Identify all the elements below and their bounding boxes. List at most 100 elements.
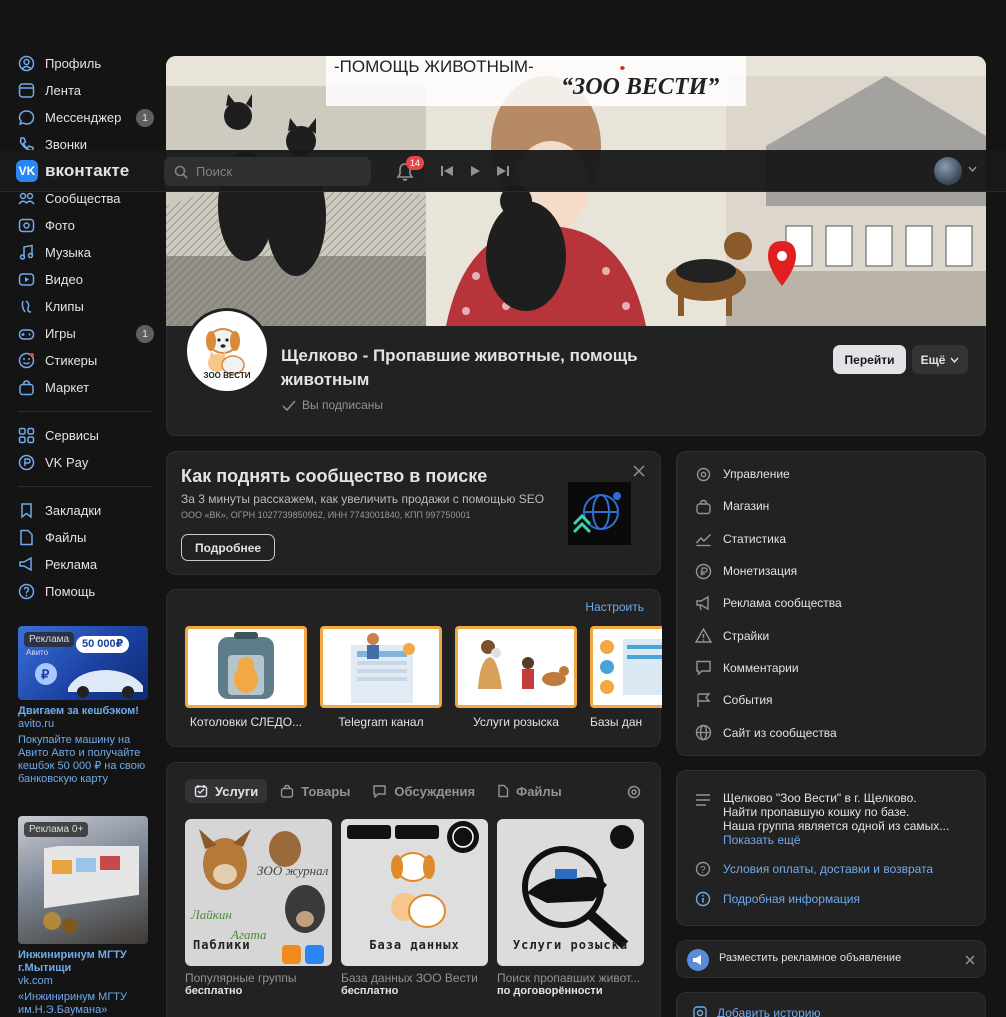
sidebar-item[interactable]: Реклама	[0, 551, 160, 578]
cover-text-line1: -ПОМОЩЬ ЖИВОТНЫМ-	[334, 57, 534, 76]
service-item[interactable]: ЗОО журнал Лайкин Агата Паблики Популярн…	[185, 819, 332, 997]
clips-icon	[18, 298, 35, 315]
link-image-database[interactable]	[590, 626, 662, 708]
service-name[interactable]: База данных ЗОО Вести	[341, 971, 488, 985]
sidebar-item[interactable]: Маркет	[0, 374, 160, 401]
management-menu-item[interactable]: Комментарии	[677, 652, 985, 684]
management-menu-item[interactable]: Статистика	[677, 523, 985, 555]
management-menu-item[interactable]: Сайт из сообщества	[677, 716, 985, 748]
sidebar-item[interactable]: Закладки	[0, 497, 160, 524]
more-button[interactable]: Ещё	[912, 345, 968, 374]
close-icon[interactable]	[965, 955, 975, 965]
sidebar-item[interactable]: Фото	[0, 212, 160, 239]
ad-domain[interactable]: vk.com	[18, 975, 148, 988]
management-menu-item[interactable]: Магазин	[677, 490, 985, 522]
link-tile[interactable]: Услуги розыска	[455, 626, 577, 729]
sidebar-item[interactable]: Музыка	[0, 239, 160, 266]
service-name[interactable]: Популярные группы	[185, 971, 332, 985]
sidebar-item[interactable]: Видео	[0, 266, 160, 293]
sidebar-item[interactable]: Профиль	[0, 50, 160, 77]
link-tile[interactable]: Котоловки СЛЕДО...	[185, 626, 307, 729]
sidebar-item-label: Клипы	[45, 299, 84, 314]
service-image-publics[interactable]: ЗОО журнал Лайкин Агата Паблики	[185, 819, 332, 966]
subscription-status[interactable]: Вы подписаны	[282, 398, 383, 412]
close-icon[interactable]	[633, 465, 645, 477]
discussion-icon	[373, 785, 387, 798]
go-button[interactable]: Перейти	[833, 345, 906, 374]
service-image-search[interactable]: Услуги розыска	[497, 819, 644, 966]
payment-terms-link[interactable]: Условия оплаты, доставки и возврата	[723, 862, 933, 876]
show-more-link[interactable]: Показать ещё	[723, 833, 949, 847]
management-menu-item[interactable]: Страйки	[677, 619, 985, 651]
link-image-carrier[interactable]	[185, 626, 307, 708]
management-menu-item[interactable]: Монетизация	[677, 555, 985, 587]
ad-text[interactable]: «Инжиниринум МГТУ им.Н.Э.Баумана» Филиал	[18, 991, 148, 1017]
ad-image[interactable]: Реклама Авито 50 000₽ ₽	[18, 626, 148, 700]
payment-info-row[interactable]: ? Условия оплаты, доставки и возврата	[677, 861, 985, 877]
tab-discussions[interactable]: Обсуждения	[363, 779, 484, 803]
sidebar-ad-avito[interactable]: Реклама Авито 50 000₽ ₽ Двигаем за кешбэ…	[18, 626, 148, 786]
sidebar-item[interactable]: Стикеры	[0, 347, 160, 374]
sidebar-item[interactable]: Игры 1	[0, 320, 160, 347]
details-info-row[interactable]: Подробная информация	[677, 891, 985, 907]
services-grid: ЗОО журнал Лайкин Агата Паблики Популярн…	[185, 819, 644, 997]
management-menu-label: Монетизация	[723, 564, 798, 579]
play-icon[interactable]	[468, 164, 482, 178]
engineering-illustration	[43, 846, 139, 934]
sidebar-item[interactable]: Помощь	[0, 578, 160, 605]
service-item[interactable]: База данных База данных ЗОО Вести беспла…	[341, 819, 488, 997]
vk-logo[interactable]: VK вконтакте	[16, 160, 129, 182]
gear-icon[interactable]	[626, 784, 642, 800]
info-circle-icon	[695, 891, 711, 907]
sidebar-item[interactable]: VK Pay	[0, 449, 160, 476]
previous-track-icon[interactable]	[440, 164, 454, 178]
sidebar-item[interactable]: Лента	[0, 77, 160, 104]
ad-image[interactable]: Реклама 0+	[18, 816, 148, 944]
sidebar-item[interactable]: Файлы	[0, 524, 160, 551]
service-image-database[interactable]: База данных	[341, 819, 488, 966]
link-tile[interactable]: Telegram канал	[320, 626, 442, 729]
place-ad-text[interactable]: Разместить рекламное объявление	[719, 952, 901, 964]
management-menu-item[interactable]: События	[677, 684, 985, 716]
tab-files[interactable]: Файлы	[488, 779, 571, 803]
ad-domain[interactable]: avito.ru	[18, 718, 148, 731]
management-menu-item[interactable]: Реклама сообщества	[677, 587, 985, 619]
ad-text[interactable]: Покупайте машину на Авито Авто и получай…	[18, 734, 148, 786]
stickers-icon	[18, 352, 35, 369]
user-avatar[interactable]	[934, 157, 962, 185]
ads-icon	[18, 556, 35, 573]
management-menu-item[interactable]: Управление	[677, 458, 985, 490]
promo-details-button[interactable]: Подробнее	[181, 534, 276, 561]
add-story-card[interactable]: Добавить историю	[676, 992, 986, 1017]
service-name[interactable]: Поиск пропавших живот...	[497, 971, 644, 985]
next-track-icon[interactable]	[496, 164, 510, 178]
detailed-info-link[interactable]: Подробная информация	[723, 892, 860, 906]
link-label[interactable]: Котоловки СЛЕДО...	[185, 715, 307, 729]
place-ad-banner[interactable]: Разместить рекламное объявление	[676, 940, 986, 978]
sidebar-item[interactable]: Сервисы	[0, 422, 160, 449]
links-row: Котоловки СЛЕДО... Telegram канал Услуги…	[185, 626, 662, 729]
search-input[interactable]: Поиск	[164, 157, 371, 186]
tab-goods[interactable]: Товары	[271, 779, 359, 803]
link-tile[interactable]: Базы дан	[590, 626, 662, 729]
sidebar-item-label: Сообщества	[45, 191, 121, 206]
add-story-link[interactable]: Добавить историю	[717, 1006, 820, 1017]
link-image-search[interactable]	[455, 626, 577, 708]
tab-services[interactable]: Услуги	[185, 779, 268, 803]
links-setup-link[interactable]: Настроить	[585, 600, 644, 614]
sidebar-ad-inzhiniring[interactable]: Реклама 0+ Инжиниринум МГТУ г.Мытищи vk.…	[18, 816, 148, 1017]
sidebar-item[interactable]: Клипы	[0, 293, 160, 320]
sidebar-item-label: Закладки	[45, 503, 102, 518]
service-item[interactable]: Услуги розыска Поиск пропавших живот... …	[497, 819, 644, 997]
megaphone-icon	[695, 595, 712, 612]
nav-divider	[18, 411, 152, 412]
ad-title[interactable]: Инжиниринум МГТУ г.Мытищи	[18, 949, 148, 975]
sidebar-item[interactable]: Мессенджер 1	[0, 104, 160, 131]
link-image-telegram[interactable]	[320, 626, 442, 708]
ad-title[interactable]: Двигаем за кешбэком!	[18, 705, 148, 718]
link-label[interactable]: Базы дан	[590, 715, 662, 729]
group-avatar[interactable]: ЗОО ВЕСТИ	[184, 308, 270, 394]
link-label[interactable]: Услуги розыска	[455, 715, 577, 729]
chevron-down-icon[interactable]	[968, 166, 977, 172]
link-label[interactable]: Telegram канал	[320, 715, 442, 729]
